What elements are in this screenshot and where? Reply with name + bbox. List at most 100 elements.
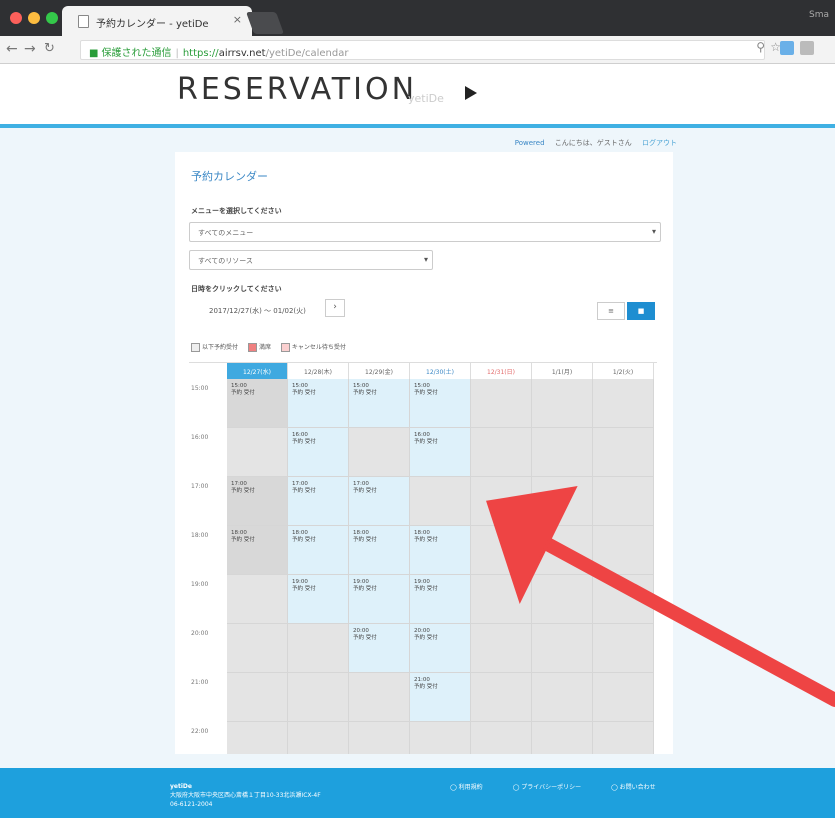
minimize-window-icon[interactable] (28, 12, 40, 24)
empty-slot (593, 575, 654, 624)
menu-select[interactable]: すべてのメニュー ▾ (189, 222, 661, 242)
forward-icon[interactable]: → (24, 41, 36, 57)
time-slot[interactable]: 19:00 予約 受付 (349, 575, 410, 624)
page-icon (78, 15, 89, 28)
secure-label: 保護された通信 (101, 48, 172, 59)
list-view-button[interactable]: ≡ (597, 302, 625, 320)
empty-slot (471, 526, 532, 575)
time-slot[interactable]: 18:00 予約 受付 (349, 526, 410, 575)
empty-slot (532, 428, 593, 477)
empty-slot (288, 673, 349, 722)
empty-slot (532, 477, 593, 526)
empty-slot (288, 722, 349, 754)
hour-label: 15:00 (191, 385, 209, 392)
site-logo[interactable]: RESERVATION (177, 72, 417, 107)
legend-item-waitlist: キャンセル待ち受付 (280, 343, 346, 352)
logout-link[interactable]: ログアウト (642, 139, 677, 147)
footer-link-privacy[interactable]: ◯ プライバシーポリシー (513, 784, 596, 791)
time-slot: 15:00 予約 受付 (227, 379, 288, 428)
day-header: 12/27(水) (227, 363, 288, 379)
url-input[interactable]: ■ 保護された通信 | https://airrsv.net/yetiDe/calen… (80, 40, 765, 60)
browser-tab[interactable]: 予約カレンダー - yetiDe × (62, 6, 252, 36)
back-icon[interactable]: ← (6, 41, 18, 57)
day-header: 12/28(木) (288, 363, 349, 379)
time-slot[interactable]: 15:00 予約 受付 (349, 379, 410, 428)
time-slot[interactable]: 16:00 予約 受付 (410, 428, 471, 477)
day-header: 12/29(金) (349, 363, 410, 379)
legend-item-available: 以下予約受付 (191, 343, 238, 352)
empty-slot (227, 673, 288, 722)
hour-label: 22:00 (191, 728, 209, 735)
url-scheme: https:// (182, 48, 219, 59)
empty-slot (471, 575, 532, 624)
hour-label: 18:00 (191, 532, 209, 539)
hour-label: 16:00 (191, 434, 209, 441)
time-slot[interactable]: 16:00 予約 受付 (288, 428, 349, 477)
hour-label: 20:00 (191, 630, 209, 637)
time-slot[interactable]: 15:00 予約 受付 (410, 379, 471, 428)
greeting: こんにちは、ゲストさん (554, 139, 632, 147)
empty-slot (532, 526, 593, 575)
powered-label: Powered (514, 139, 545, 147)
next-week-button[interactable]: › (325, 299, 345, 317)
browser-user[interactable]: Sma (809, 10, 829, 20)
empty-slot (593, 624, 654, 673)
brand-name: yetiDe (408, 92, 444, 105)
empty-slot (471, 428, 532, 477)
empty-slot (410, 722, 471, 754)
empty-slot (593, 673, 654, 722)
extension-icon[interactable] (780, 41, 794, 55)
url-path: /yetiDe/calendar (265, 48, 349, 59)
resource-select-value: すべてのリソース (198, 257, 253, 265)
time-slot[interactable]: 17:00 予約 受付 (288, 477, 349, 526)
user-line: Powered こんにちは、ゲストさん ログアウト (515, 138, 677, 148)
empty-slot (593, 477, 654, 526)
footer-info: yetiDe 大阪府大阪市中央区西心斎橋１丁目10-33北浜瀬ICX-4F 06… (170, 782, 321, 809)
reload-icon[interactable]: ↻ (44, 41, 55, 56)
time-slot[interactable]: 21:00 予約 受付 (410, 673, 471, 722)
empty-slot (471, 477, 532, 526)
reservation-card: 予約カレンダー メニューを選択してください すべてのメニュー ▾ すべてのリソー… (175, 152, 673, 754)
time-slot[interactable]: 18:00 予約 受付 (410, 526, 471, 575)
time-slot[interactable]: 20:00 予約 受付 (349, 624, 410, 673)
empty-slot (532, 575, 593, 624)
empty-slot (349, 673, 410, 722)
empty-slot (593, 428, 654, 477)
zoom-icon[interactable]: ⚲ (756, 40, 765, 54)
tab-title: 予約カレンダー - yetiDe (96, 19, 209, 30)
time-slot[interactable]: 19:00 予約 受付 (410, 575, 471, 624)
legend: 以下予約受付 満席 キャンセル待ち受付 (191, 342, 354, 352)
day-header: 12/31(日) (471, 363, 532, 379)
time-slot[interactable]: 15:00 予約 受付 (288, 379, 349, 428)
footer-link-contact[interactable]: ◯ お問い合わせ (611, 784, 670, 791)
chevron-down-icon: ▾ (423, 255, 428, 264)
time-slot[interactable]: 19:00 予約 受付 (288, 575, 349, 624)
chevron-down-icon: ▾ (651, 227, 656, 236)
date-label: 日時をクリックしてください (191, 285, 282, 293)
close-window-icon[interactable] (10, 12, 22, 24)
site-header: RESERVATION yetiDe (0, 64, 835, 124)
calendar-grid: 12/27(水) 12/28(木) 12/29(金) 12/30(土) 12/31(日)… (189, 362, 657, 754)
url-host: airrsv.net (218, 48, 266, 59)
footer-link-terms[interactable]: ◯ 利用規約 (450, 784, 497, 791)
page-title: 予約カレンダー (191, 170, 268, 183)
empty-slot (471, 722, 532, 754)
day-header: 12/30(土) (410, 363, 471, 379)
time-slot[interactable]: 20:00 予約 受付 (410, 624, 471, 673)
hour-label: 21:00 (191, 679, 209, 686)
empty-slot (532, 673, 593, 722)
calendar-view-button[interactable]: ■ (627, 302, 655, 320)
footer-phone: 06-6121-2004 (170, 801, 213, 808)
menu-label: メニューを選択してください (191, 207, 282, 215)
empty-slot (532, 379, 593, 428)
empty-slot (227, 428, 288, 477)
time-slot[interactable]: 17:00 予約 受付 (349, 477, 410, 526)
empty-slot (227, 722, 288, 754)
time-slot[interactable]: 18:00 予約 受付 (288, 526, 349, 575)
browser-tab-bar: 予約カレンダー - yetiDe × Sma (0, 0, 835, 36)
empty-slot (593, 722, 654, 754)
close-tab-icon[interactable]: × (233, 13, 242, 26)
resource-select[interactable]: すべてのリソース ▾ (189, 250, 433, 270)
maximize-window-icon[interactable] (46, 12, 58, 24)
extension-lock-icon[interactable] (800, 41, 814, 55)
